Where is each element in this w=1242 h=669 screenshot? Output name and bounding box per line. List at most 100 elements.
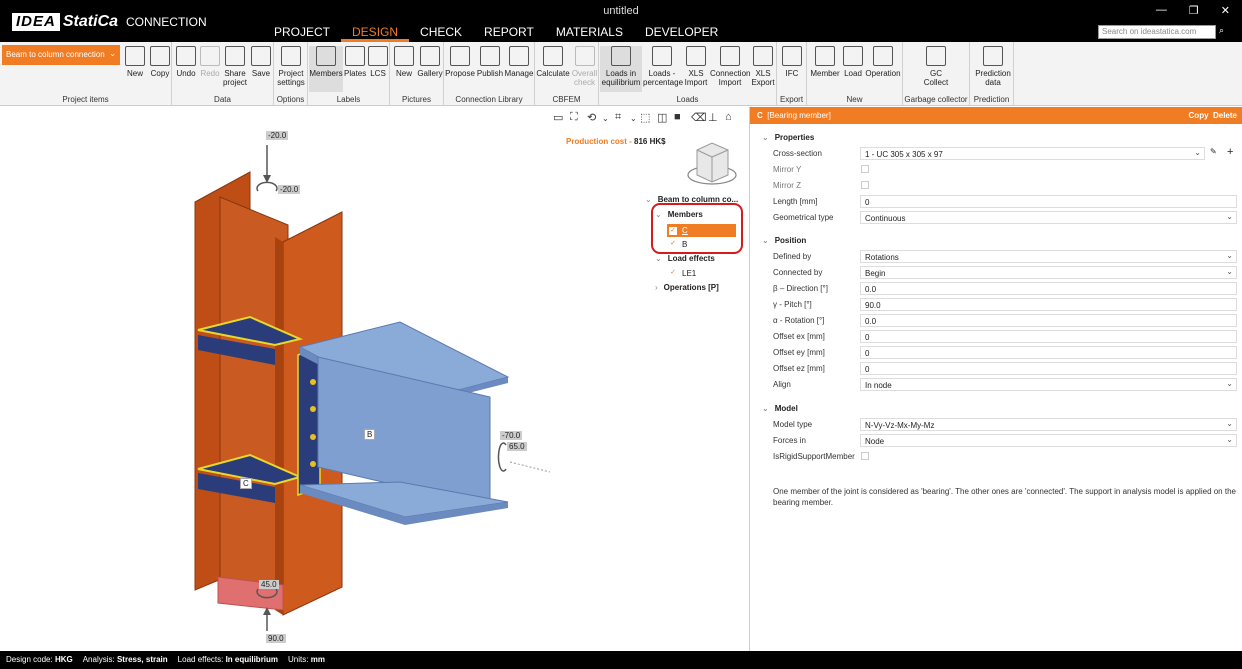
group-options: Project settings Options (274, 42, 308, 106)
group-label: Pictures (402, 95, 431, 104)
gc-collect-button[interactable]: GC Collect (921, 46, 951, 87)
section-properties[interactable]: ⌄ Properties (762, 133, 814, 142)
restore-icon[interactable]: ❐ (1189, 4, 1199, 17)
group-loads: Loads in equilibrium Loads - percentage … (599, 42, 777, 106)
project-settings-button[interactable]: Project settings (276, 46, 306, 87)
connection-import-button[interactable]: Connection Import (710, 46, 750, 87)
offset-ex-input[interactable]: 0 (860, 330, 1237, 343)
connected-by-select[interactable]: Begin ⌄ (860, 266, 1237, 279)
publish-button[interactable]: Publish (476, 46, 504, 78)
xls-import-button[interactable]: XLS Import (682, 46, 710, 87)
search-icon[interactable]: ⌕ (1219, 25, 1224, 36)
menu-developer[interactable]: DEVELOPER (634, 22, 729, 42)
geometrical-type-select[interactable]: Continuous ⌄ (860, 211, 1237, 224)
copy-button[interactable]: Copy (1189, 111, 1209, 120)
chevron-down-icon: ⌄ (1226, 212, 1233, 221)
redo-button[interactable]: Redo (198, 46, 222, 78)
search-input[interactable]: Search on ideastatica.com (1098, 25, 1216, 39)
row-align: Align In node ⌄ (773, 378, 1238, 391)
beta-input[interactable]: 0.0 (860, 282, 1237, 295)
view-cube-icon[interactable] (687, 142, 737, 185)
save-icon (251, 46, 271, 66)
loads-percentage-button[interactable]: Loads - percentage (643, 46, 683, 87)
mirror-y-checkbox[interactable] (861, 165, 869, 173)
mirror-z-checkbox[interactable] (861, 181, 869, 189)
member-label-b[interactable]: B (364, 429, 376, 440)
ai-prediction-icon (983, 46, 1003, 66)
offset-ey-input[interactable]: 0 (860, 346, 1237, 359)
alpha-input[interactable]: 0.0 (860, 314, 1237, 327)
copy-item-button[interactable]: Copy (148, 46, 172, 78)
row-offset-ez: Offset ez [mm] 0 (773, 362, 1238, 375)
save-button[interactable]: Save (249, 46, 273, 78)
gear-icon (281, 46, 301, 66)
loads-equilibrium-button[interactable]: Loads in equilibrium (600, 46, 642, 92)
menu-report[interactable]: REPORT (473, 22, 545, 42)
tree-load-effects[interactable]: ⌄ Load effects (655, 254, 715, 263)
model-type-select[interactable]: N-Vy-Vz-Mx-My-Mz ⌄ (860, 418, 1237, 431)
propose-button[interactable]: Propose (445, 46, 475, 78)
chevron-down-icon: ⌄ (645, 195, 652, 204)
manage-button[interactable]: Manage (504, 46, 534, 78)
undo-button[interactable]: Undo (174, 46, 198, 78)
connection-model (194, 142, 737, 631)
menu-materials[interactable]: MATERIALS (545, 22, 634, 42)
menu-design[interactable]: DESIGN (341, 22, 410, 42)
align-select[interactable]: In node ⌄ (860, 378, 1237, 391)
overall-check-button[interactable]: Overall check (571, 46, 598, 87)
row-connected-by: Connected by Begin ⌄ (773, 266, 1238, 279)
share-project-button[interactable]: Share project (222, 46, 248, 87)
tree-operations[interactable]: › Operations [P] (655, 283, 719, 292)
row-mirror-y: Mirror Y (773, 163, 1238, 176)
row-cross-section: Cross-section 1 - UC 305 x 305 x 97 ⌄ ✎ + (773, 146, 1234, 160)
chevron-down-icon: ⌄ (109, 49, 116, 58)
menu-project[interactable]: PROJECT (263, 22, 341, 42)
gallery-button[interactable]: Gallery (417, 46, 443, 78)
row-length: Length [mm] 0 (773, 195, 1238, 208)
row-offset-ey: Offset ey [mm] 0 (773, 346, 1238, 359)
tree-le1[interactable]: ✓ LE1 (669, 269, 696, 278)
member-label-c[interactable]: C (240, 478, 252, 489)
labels-lcs-button[interactable]: LCS (367, 46, 389, 78)
row-alpha: α - Rotation [°] 0.0 (773, 314, 1238, 327)
new-operation-button[interactable]: Operation (865, 46, 901, 78)
new-item-button[interactable]: New (123, 46, 147, 78)
prediction-data-button[interactable]: Prediction data (974, 46, 1012, 87)
load-label-beam-moment: 65.0 (507, 442, 527, 451)
3d-viewport[interactable]: ▭ ⛶ ⟲ ⌄ ⌗ ⌄ ⬚ ◫ ■ ⌫ ⊥ ⌂ Production cost … (0, 107, 747, 651)
ifc-export-button[interactable]: IFC (780, 46, 804, 78)
gamma-input[interactable]: 90.0 (860, 298, 1237, 311)
section-model[interactable]: ⌄ Model (762, 404, 798, 413)
defined-by-select[interactable]: Rotations ⌄ (860, 250, 1237, 263)
cross-section-select[interactable]: 1 - UC 305 x 305 x 97 ⌄ (860, 147, 1205, 160)
section-position[interactable]: ⌄ Position (762, 236, 806, 245)
calculate-button[interactable]: Calculate (536, 46, 570, 78)
new-member-button[interactable]: Member (808, 46, 842, 78)
labels-members-button[interactable]: Members (309, 46, 343, 92)
picture-new-button[interactable]: New (392, 46, 416, 78)
labels-plates-button[interactable]: Plates (344, 46, 366, 78)
rigid-support-checkbox[interactable] (861, 452, 869, 460)
close-icon[interactable]: ✕ (1221, 4, 1230, 17)
group-new: Member Load Operation New (807, 42, 903, 106)
add-plus-icon[interactable]: + (1227, 146, 1233, 158)
delete-button[interactable]: Delete (1213, 111, 1237, 120)
group-label: Export (779, 95, 804, 104)
project-item-dropdown[interactable]: Beam to column connection ⌄ (2, 45, 120, 65)
edit-pencil-icon[interactable]: ✎ (1210, 147, 1217, 156)
load-label-bottom-moment: 45.0 (259, 580, 279, 589)
menu-check[interactable]: CHECK (409, 22, 473, 42)
status-load-effects: Load effects: In equilibrium (177, 655, 279, 664)
new-load-button[interactable]: Load (842, 46, 864, 78)
minimize-icon[interactable]: — (1156, 4, 1167, 17)
length-input[interactable]: 0 (860, 195, 1237, 208)
ifc-icon (782, 46, 802, 66)
xls-export-button[interactable]: XLS Export (750, 46, 776, 87)
forces-in-select[interactable]: Node ⌄ (860, 434, 1237, 447)
undo-icon (176, 46, 196, 66)
offset-ez-input[interactable]: 0 (860, 362, 1237, 375)
chevron-down-icon: ⌄ (1226, 267, 1233, 276)
group-connection-library: Propose Publish Manage Connection Librar… (444, 42, 535, 106)
checkmark-icon[interactable]: ✓ (669, 269, 677, 278)
group-labels: Members Plates LCS Labels (308, 42, 390, 106)
